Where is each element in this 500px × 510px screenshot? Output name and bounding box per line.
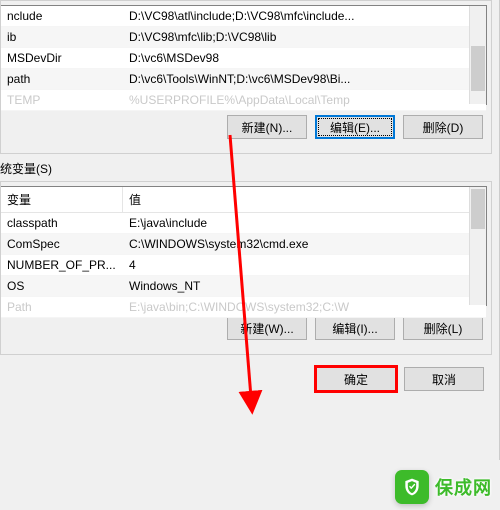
table-row[interactable]: NUMBER_OF_PR...4 (1, 255, 486, 276)
delete-button-system[interactable]: 删除(L) (403, 316, 483, 340)
cell-value: C:\WINDOWS\system32\cmd.exe (123, 234, 486, 254)
cell-name: nclude (1, 6, 123, 26)
cell-name: path (1, 69, 123, 89)
new-button-system[interactable]: 新建(W)... (227, 316, 307, 340)
cell-value: E:\java\bin;C:\WINDOWS\system32;C:\W (123, 297, 486, 317)
edit-button-user[interactable]: 编辑(E)... (315, 115, 395, 139)
col-header-name[interactable]: 变量 (1, 187, 123, 212)
table-row[interactable]: MSDevDirD:\vc6\MSDev98 (1, 48, 486, 69)
table-row[interactable]: ComSpecC:\WINDOWS\system32\cmd.exe (1, 234, 486, 255)
cell-name: ComSpec (1, 234, 123, 254)
system-vars-panel: 变量 值 classpathE:\java\includeComSpecC:\W… (0, 181, 492, 355)
col-header-value[interactable]: 值 (123, 187, 486, 212)
delete-button-user[interactable]: 删除(D) (403, 115, 483, 139)
scrollbar[interactable] (469, 6, 486, 104)
system-vars-table: 变量 值 classpathE:\java\includeComSpecC:\W… (1, 186, 487, 306)
table-row[interactable]: pathD:\vc6\Tools\WinNT;D:\vc6\MSDev98\Bi… (1, 69, 486, 90)
dialog-buttons: 确定 取消 (0, 355, 492, 403)
cell-name: Path (1, 297, 123, 317)
cell-value: D:\vc6\Tools\WinNT;D:\vc6\MSDev98\Bi... (123, 69, 486, 89)
cell-name: NUMBER_OF_PR... (1, 255, 123, 275)
table-row[interactable]: ncludeD:\VC98\atl\include;D:\VC98\mfc\in… (1, 6, 486, 27)
watermark: 保成网 (395, 470, 492, 504)
table-row[interactable]: PathE:\java\bin;C:\WINDOWS\system32;C:\W (1, 297, 486, 318)
cell-name: ib (1, 27, 123, 47)
user-vars-table: ncludeD:\VC98\atl\include;D:\VC98\mfc\in… (1, 5, 487, 105)
table-row[interactable]: OSWindows_NT (1, 276, 486, 297)
edit-button-system[interactable]: 编辑(I)... (315, 316, 395, 340)
cell-value: 4 (123, 255, 486, 275)
user-vars-buttons: 新建(N)... 编辑(E)... 删除(D) (1, 105, 487, 149)
cell-name: MSDevDir (1, 48, 123, 68)
cell-value: E:\java\include (123, 213, 486, 233)
table-row[interactable]: TEMP%USERPROFILE%\AppData\Local\Temp (1, 90, 486, 111)
cancel-button[interactable]: 取消 (404, 367, 484, 391)
user-vars-panel: ncludeD:\VC98\atl\include;D:\VC98\mfc\in… (0, 0, 492, 154)
system-vars-label: 统变量(S) (0, 154, 500, 181)
cell-value: Windows_NT (123, 276, 486, 296)
cell-name: OS (1, 276, 123, 296)
table-row[interactable]: ibD:\VC98\mfc\lib;D:\VC98\lib (1, 27, 486, 48)
scrollbar[interactable] (469, 187, 486, 305)
table-row[interactable]: classpathE:\java\include (1, 213, 486, 234)
cell-name: TEMP (1, 90, 123, 110)
cell-value: %USERPROFILE%\AppData\Local\Temp (123, 90, 486, 110)
new-button-user[interactable]: 新建(N)... (227, 115, 307, 139)
cell-value: D:\VC98\mfc\lib;D:\VC98\lib (123, 27, 486, 47)
cell-value: D:\vc6\MSDev98 (123, 48, 486, 68)
watermark-text: 保成网 (435, 474, 492, 500)
cell-name: classpath (1, 213, 123, 233)
shield-icon (395, 470, 429, 504)
cell-value: D:\VC98\atl\include;D:\VC98\mfc\include.… (123, 6, 486, 26)
ok-button[interactable]: 确定 (316, 367, 396, 391)
